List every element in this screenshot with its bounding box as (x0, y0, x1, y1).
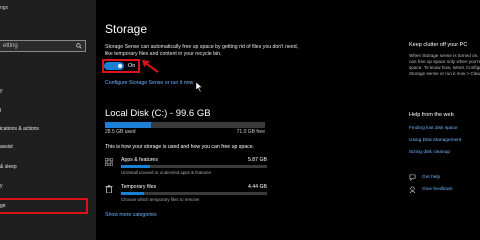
disk-title: Local Disk (C:) - 99.6 GB (105, 108, 211, 119)
clutter-heading: Keep clutter off your PC (409, 42, 468, 48)
help-icon (409, 174, 416, 181)
web-help-heading: Help from the web (409, 112, 454, 118)
related-panel: Keep clutter off your PC When Storage se… (404, 0, 480, 240)
storage-highlight-box (0, 198, 88, 214)
category-usage-bar (121, 165, 267, 168)
web-link-lost-space[interactable]: Finding lost disk space (409, 126, 458, 131)
sidebar-item-sound[interactable]: l (0, 108, 1, 114)
search-input[interactable]: etting (0, 40, 86, 52)
category-subtitle: Choose which temporary files to remove (121, 197, 200, 202)
sidebar: ngs etting y l ications & actions assist… (0, 0, 96, 240)
disk-usage-fill (105, 122, 151, 128)
configure-storage-sense-link[interactable]: Configure Storage Sense or run it now (105, 80, 193, 86)
category-subtitle: Uninstall unused or undesired apps & fea… (121, 170, 212, 175)
sidebar-item-power-sleep[interactable]: & sleep (0, 164, 17, 170)
search-icon (76, 43, 82, 49)
category-usage-fill (121, 192, 145, 195)
category-usage-bar (121, 192, 267, 195)
get-help-link[interactable]: Get help (422, 175, 440, 180)
give-feedback-link[interactable]: Give feedback (422, 187, 453, 192)
arrow-annotation-icon (142, 60, 159, 73)
show-more-categories-link[interactable]: Show more categories (105, 212, 157, 218)
category-apps-features[interactable]: Apps & features 5.87 GB Uninstall unused… (105, 157, 267, 179)
clutter-text: When Storage sense is turned on, Windows… (409, 53, 480, 76)
web-link-disk-management[interactable]: Using Disk Management (409, 138, 461, 143)
page-title: Storage (105, 22, 148, 36)
trash-icon (105, 185, 113, 193)
feedback-icon (409, 186, 416, 193)
sidebar-item-notifications[interactable]: ications & actions (0, 126, 39, 132)
sidebar-home-label[interactable]: ngs (0, 5, 8, 11)
sidebar-item-display[interactable]: y (0, 88, 3, 94)
category-usage-fill (121, 165, 151, 168)
search-placeholder: etting (3, 43, 18, 49)
disk-usage-bar (105, 122, 265, 128)
apps-icon (105, 158, 113, 166)
category-name: Apps & features (121, 157, 158, 163)
sidebar-item-focus-assist[interactable]: assist (0, 144, 13, 150)
web-link-disk-cleanup[interactable]: Sizing disk cleanup (409, 150, 450, 155)
category-size: 5.87 GB (247, 157, 267, 163)
disk-usage-explanation: This is how your storage is used and how… (105, 144, 255, 150)
category-temporary-files[interactable]: Temporary files 4.44 GB Choose which tem… (105, 184, 267, 206)
sidebar-item-battery[interactable]: y (0, 183, 3, 189)
category-name: Temporary files (121, 184, 157, 190)
mouse-cursor-icon (196, 82, 203, 92)
disk-free-label: 71.0 GB free (236, 129, 265, 135)
main-content: Storage Storage Sense can automatically … (96, 0, 396, 240)
toggle-highlight-box (102, 59, 140, 73)
disk-used-label: 28.5 GB used (105, 129, 136, 135)
storage-sense-description: Storage Sense can automatically free up … (105, 44, 299, 57)
category-size: 4.44 GB (247, 184, 267, 190)
